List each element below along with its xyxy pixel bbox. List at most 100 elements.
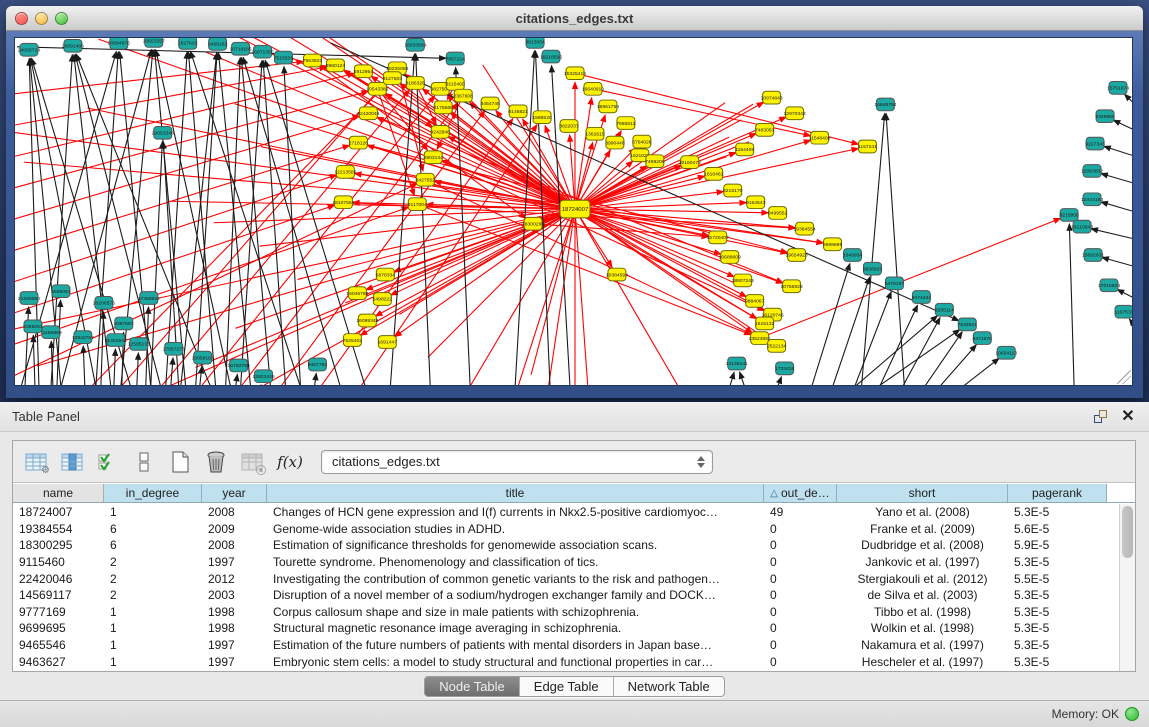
network-node[interactable]: 8186328 xyxy=(406,77,426,90)
cell-name[interactable]: 19384554 xyxy=(13,521,104,538)
network-node[interactable]: 9242848 xyxy=(431,125,451,138)
cell-pagerank[interactable]: 5.3E-5 xyxy=(1008,620,1107,637)
cell-year[interactable]: 1998 xyxy=(202,620,267,637)
network-node[interactable]: 1640934 xyxy=(843,249,863,262)
network-node[interactable]: 5498222 xyxy=(373,293,393,306)
network-node[interactable]: 9175685 xyxy=(434,101,454,114)
cell-title[interactable]: Investigating the contribution of common… xyxy=(267,570,764,587)
cell-title[interactable]: Embryonic stem cells: a model to study s… xyxy=(267,653,764,670)
network-node[interactable]: 8938923 xyxy=(863,262,883,275)
network-node[interactable]: 5912954 xyxy=(354,65,374,78)
network-node[interactable]: 10719185 xyxy=(230,42,252,55)
cell-outde[interactable]: 49 xyxy=(764,504,837,521)
table-row[interactable]: 977716911998Corpus callosum shape and si… xyxy=(13,604,1119,621)
close-button[interactable] xyxy=(15,12,28,25)
table-scrollbar[interactable] xyxy=(1119,504,1135,671)
memory-ok-indicator[interactable] xyxy=(1125,707,1139,721)
cell-name[interactable]: 9115460 xyxy=(13,554,104,571)
table-row[interactable]: 969969511998Structural magnetic resonanc… xyxy=(13,620,1119,637)
network-node[interactable]: 29053346 xyxy=(152,126,174,139)
cell-indegree[interactable]: 6 xyxy=(104,521,202,538)
column-header-pagerank[interactable]: pagerank xyxy=(1008,484,1107,502)
cell-pagerank[interactable]: 5.3E-5 xyxy=(1008,587,1107,604)
network-node[interactable]: 10756928 xyxy=(781,280,803,293)
network-node[interactable]: 7483053 xyxy=(755,124,775,137)
float-panel-icon[interactable] xyxy=(1091,408,1109,426)
network-node[interactable]: 15325419 xyxy=(564,67,586,80)
network-node[interactable]: 20206576 xyxy=(93,297,115,310)
cell-pagerank[interactable]: 5.9E-5 xyxy=(1008,537,1107,554)
network-node[interactable]: 12093832 xyxy=(1081,165,1103,178)
network-node[interactable]: 16671355 xyxy=(251,45,273,58)
table-row[interactable]: 1456911722003Disruption of a novel membe… xyxy=(13,587,1119,604)
cell-name[interactable]: 9699695 xyxy=(13,620,104,637)
cell-title[interactable]: Genome-wide association studies in ADHD. xyxy=(267,521,764,538)
cell-year[interactable]: 1997 xyxy=(202,653,267,670)
network-node[interactable]: 6479197 xyxy=(885,277,905,290)
network-node[interactable]: 5878334 xyxy=(376,268,396,281)
cell-pagerank[interactable]: 5.3E-5 xyxy=(1008,653,1107,670)
network-node[interactable]: 16046788 xyxy=(346,287,368,300)
column-header-indegree[interactable]: in_degree xyxy=(104,484,202,502)
network-node[interactable]: 8216170 xyxy=(723,184,743,197)
cell-outde[interactable]: 0 xyxy=(764,570,837,587)
cell-short[interactable]: Jankovic et al. (1997) xyxy=(837,554,1008,571)
network-node[interactable]: 7563822 xyxy=(303,54,323,67)
table-row[interactable]: 1830029562008Estimation of significance … xyxy=(13,537,1119,554)
network-node[interactable]: 16210643 xyxy=(1071,220,1093,233)
network-node[interactable]: 12213589 xyxy=(334,166,356,179)
network-node[interactable]: 10384594 xyxy=(606,268,628,281)
network-node[interactable]: 8454749 xyxy=(480,97,500,110)
cell-title[interactable]: Disruption of a novel member of a sodium… xyxy=(267,587,764,604)
column-header-title[interactable]: title xyxy=(267,484,764,502)
cell-year[interactable]: 2003 xyxy=(202,587,267,604)
network-node[interactable]: 2718126 xyxy=(349,136,369,149)
cell-outde[interactable]: 0 xyxy=(764,637,837,654)
zoom-button[interactable] xyxy=(55,12,68,25)
cell-title[interactable]: Tourette syndrome. Phenomenology and cla… xyxy=(267,554,764,571)
network-node[interactable]: 7515526 xyxy=(274,51,294,64)
network-node[interactable]: 16958167 xyxy=(192,351,214,364)
network-node[interactable]: 11451944 xyxy=(105,334,127,347)
cell-indegree[interactable]: 2 xyxy=(104,554,202,571)
network-node[interactable]: 1362615 xyxy=(585,127,605,140)
cell-indegree[interactable]: 2 xyxy=(104,587,202,604)
network-hub-node[interactable]: 18724007 xyxy=(560,200,590,218)
cell-indegree[interactable]: 2 xyxy=(104,570,202,587)
network-node[interactable]: 1816461 xyxy=(704,168,724,181)
cell-short[interactable]: Tibbo et al. (1998) xyxy=(837,604,1008,621)
cell-year[interactable]: 1997 xyxy=(202,637,267,654)
network-node[interactable]: 7632621 xyxy=(958,318,978,331)
network-node[interactable]: 17359924 xyxy=(138,292,160,305)
create-new-table-icon[interactable] xyxy=(165,447,195,477)
network-node[interactable]: 15692931 xyxy=(1082,249,1104,262)
network-node[interactable]: 8471676 xyxy=(973,332,993,345)
table-row[interactable]: 946362711997Embryonic stem cells: a mode… xyxy=(13,653,1119,670)
network-node[interactable]: 9474444 xyxy=(912,291,932,304)
cell-title[interactable]: Changes of HCN gene expression and I(f) … xyxy=(267,504,764,521)
network-node[interactable]: 10688609 xyxy=(719,251,741,264)
table-row[interactable]: 911546021997Tourette syndrome. Phenomeno… xyxy=(13,554,1119,571)
table-scrollbar-thumb[interactable] xyxy=(1122,506,1133,558)
table-row[interactable]: 2242004622012Investigating the contribut… xyxy=(13,570,1119,587)
resize-grip-icon[interactable] xyxy=(1117,370,1131,384)
cell-year[interactable]: 1998 xyxy=(202,604,267,621)
network-node[interactable]: 8822037 xyxy=(559,120,579,133)
network-node[interactable]: 12942757 xyxy=(72,331,94,344)
select-visible-columns-icon[interactable] xyxy=(93,447,123,477)
network-node[interactable]: 21266950 xyxy=(18,292,40,305)
network-node[interactable]: 1167533 xyxy=(1115,305,1132,318)
network-node[interactable]: 10653257 xyxy=(143,38,165,47)
network-node[interactable]: 16033809 xyxy=(404,38,426,51)
cell-pagerank[interactable]: 5.5E-5 xyxy=(1008,570,1107,587)
network-node[interactable]: 18300295 xyxy=(522,217,544,230)
cell-year[interactable]: 2008 xyxy=(202,504,267,521)
network-node[interactable]: 9457791 xyxy=(308,358,328,371)
cell-pagerank[interactable]: 5.3E-5 xyxy=(1008,554,1107,571)
network-node[interactable]: 6466162 xyxy=(208,38,228,50)
cell-year[interactable]: 2009 xyxy=(202,521,267,538)
cell-short[interactable]: Nakamura et al. (1997) xyxy=(837,637,1008,654)
network-node[interactable]: 20894976 xyxy=(108,38,130,49)
network-node[interactable]: 19384554 xyxy=(794,222,816,235)
cell-name[interactable]: 9465546 xyxy=(13,637,104,654)
